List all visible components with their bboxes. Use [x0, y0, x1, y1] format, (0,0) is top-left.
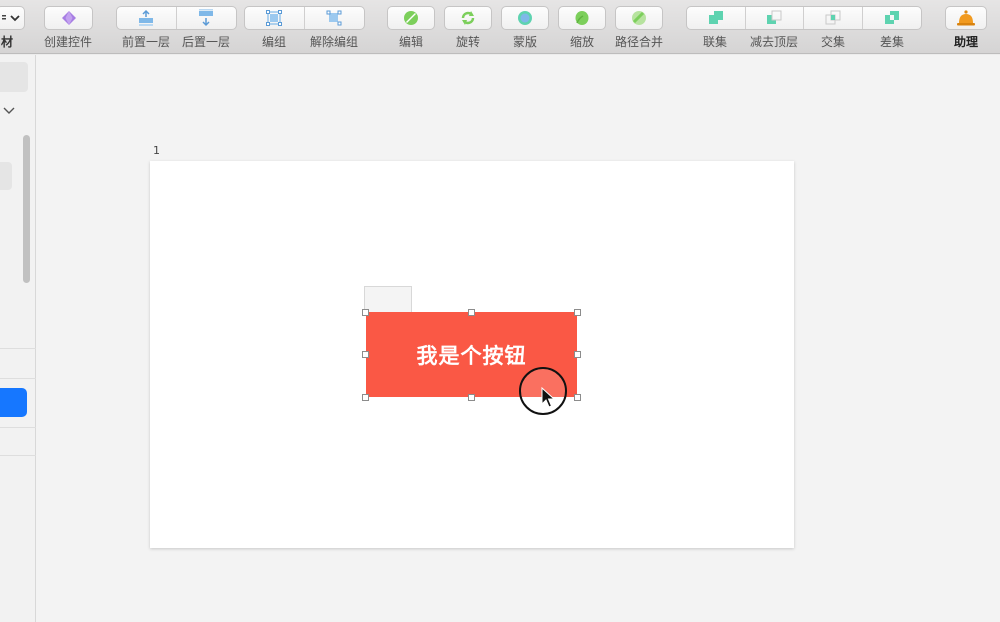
union-icon — [708, 11, 723, 24]
chevron-down-icon[interactable] — [3, 107, 15, 115]
diamond-gem-icon — [61, 11, 76, 25]
resize-handle-bottom[interactable] — [468, 394, 475, 401]
divider — [0, 348, 36, 349]
edit-button[interactable] — [387, 6, 435, 30]
merge-path-button[interactable] — [615, 6, 663, 30]
resize-handle-bottom-right[interactable] — [574, 394, 581, 401]
layer-up-icon — [139, 9, 154, 26]
rotate-icon — [461, 11, 475, 25]
ungroup-icon — [326, 10, 342, 26]
ungroup-label: 解除编组 — [309, 35, 358, 49]
union-button[interactable] — [687, 7, 746, 29]
mask-button[interactable] — [501, 6, 549, 30]
resize-handle-bottom-left[interactable] — [362, 394, 369, 401]
ghost-shape[interactable] — [364, 286, 412, 314]
difference-button[interactable] — [863, 7, 922, 29]
toolbar: 材 创建控件 前置一层 后置一层 编组 解除编组 编辑 旋转 蒙版 缩放 路径合… — [0, 0, 1000, 54]
intersect-icon — [825, 10, 841, 25]
create-component-button[interactable] — [44, 6, 93, 30]
subtract-icon — [767, 10, 782, 24]
intersect-button[interactable] — [804, 7, 863, 29]
left-panel-item[interactable] — [0, 162, 12, 190]
resize-handle-top-left[interactable] — [362, 309, 369, 316]
merge-path-icon — [632, 11, 646, 25]
left-panel-field[interactable] — [0, 62, 28, 92]
app-window: 材 创建控件 前置一层 后置一层 编组 解除编组 编辑 旋转 蒙版 缩放 路径合… — [0, 0, 1000, 622]
assistant-label: 助理 — [953, 35, 978, 49]
primary-action-button[interactable] — [0, 388, 27, 417]
create-component-label: 创建控件 — [43, 35, 92, 49]
artboard-label: 1 — [153, 144, 160, 157]
subtract-button[interactable] — [746, 7, 804, 29]
material-dropdown[interactable] — [0, 6, 25, 30]
left-panel — [0, 55, 36, 622]
difference-label: 差集 — [879, 35, 904, 49]
grouping-group — [244, 6, 365, 30]
left-panel-scrollbar[interactable] — [23, 135, 30, 283]
scale-icon — [575, 11, 589, 25]
layer-order-group — [116, 6, 237, 30]
group-button[interactable] — [245, 7, 305, 29]
bring-forward-button[interactable] — [117, 7, 177, 29]
merge-path-label: 路径合并 — [614, 35, 663, 49]
divider — [0, 455, 36, 456]
resize-handle-top-right[interactable] — [574, 309, 581, 316]
rotate-button[interactable] — [444, 6, 492, 30]
group-icon — [266, 10, 283, 26]
divider — [0, 427, 36, 428]
scale-button[interactable] — [558, 6, 606, 30]
mouse-cursor-icon — [541, 387, 555, 408]
resize-handle-left[interactable] — [362, 351, 369, 358]
send-backward-button[interactable] — [177, 7, 237, 29]
difference-icon — [884, 11, 899, 24]
bell-icon — [957, 10, 975, 26]
resize-handle-right[interactable] — [574, 351, 581, 358]
resize-handle-top[interactable] — [468, 309, 475, 316]
assistant-button[interactable] — [945, 6, 987, 30]
button-text[interactable]: 我是个按钮 — [417, 340, 527, 370]
layer-down-icon — [199, 9, 214, 27]
ungroup-button[interactable] — [305, 7, 365, 29]
send-backward-label: 后置一层 — [181, 35, 230, 49]
boolean-ops-group — [686, 6, 922, 30]
edit-shape-icon — [404, 11, 418, 25]
chevron-down-icon — [1, 15, 20, 22]
divider — [0, 378, 36, 379]
mask-icon — [518, 11, 532, 25]
